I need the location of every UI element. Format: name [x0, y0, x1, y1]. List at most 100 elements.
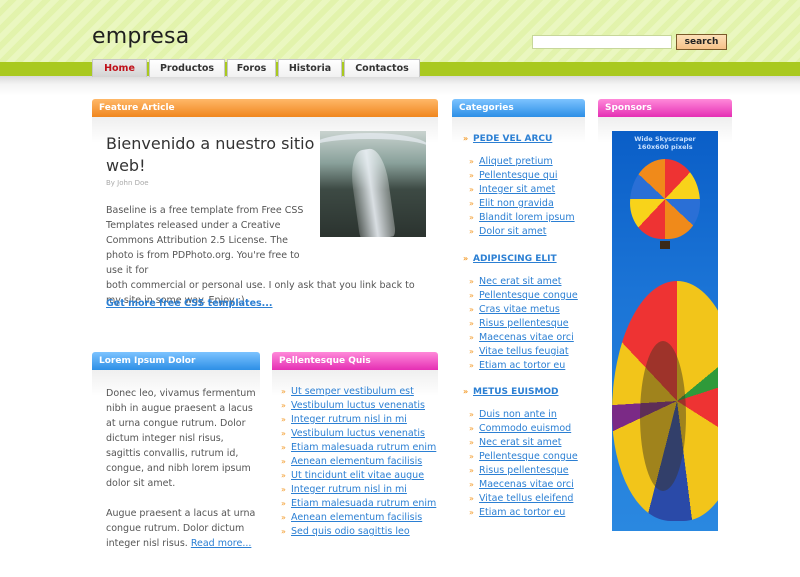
category-link[interactable]: Risus pellentesque [479, 318, 569, 329]
balloon-image [630, 159, 700, 239]
category-link[interactable]: Nec erat sit amet [479, 437, 562, 448]
category-group-title[interactable]: » PEDE VEL ARCU [460, 134, 552, 144]
pellentesque-link[interactable]: Sed quis odio sagittis leo [291, 526, 410, 537]
category-group-title[interactable]: » ADIPISCING ELIT [460, 254, 557, 264]
feature-body-narrow: Baseline is a free template from Free CS… [106, 205, 304, 276]
sponsors-heading: Sponsors [598, 99, 732, 117]
category-link[interactable]: Duis non ante in [479, 409, 557, 420]
feature-article-heading: Feature Article [92, 99, 438, 117]
arrow-icon: » [469, 171, 474, 180]
category-link[interactable]: Maecenas vitae orci [479, 479, 574, 490]
feature-article-box: Feature Article Bienvenido a nuestro sit… [92, 99, 438, 329]
list-item: » Risus pellentesque [466, 317, 578, 331]
pellentesque-box: Pellentesque Quis » Ut semper vestibulum … [272, 352, 438, 552]
list-item: » Integer rutrum nisl in mi [278, 483, 436, 497]
arrow-icon: » [469, 319, 474, 328]
pellentesque-link[interactable]: Etiam malesuada rutrum enim [291, 498, 436, 509]
category-group-title-text: PEDE VEL ARCU [473, 134, 553, 144]
list-item: » Aenean elementum facilisis [278, 511, 436, 525]
pellentesque-links: » Ut semper vestibulum est » Vestibulum lu… [278, 385, 436, 539]
category-link[interactable]: Risus pellentesque [479, 465, 569, 476]
pellentesque-link[interactable]: Vestibulum luctus venenatis [291, 400, 425, 411]
arrow-icon: » [469, 213, 474, 222]
arrow-icon: » [281, 387, 286, 396]
arrow-icon: » [469, 424, 474, 433]
list-item: » Pellentesque congue [466, 450, 578, 464]
category-link[interactable]: Pellentesque qui [479, 170, 558, 181]
tab-historia[interactable]: Historia [278, 59, 342, 77]
arrow-icon: » [469, 185, 474, 194]
balloon-shadow [640, 341, 686, 491]
lorem-paragraph-2: Augue praesent a lacus at urna congue ru… [106, 506, 261, 551]
list-item: » Maecenas vitae orci [466, 478, 578, 492]
list-item: » Etiam malesuada rutrum enim [278, 441, 436, 455]
header-shadow-bar [0, 76, 800, 96]
category-links: » Nec erat sit amet » Pellentesque congue … [466, 275, 578, 373]
list-item: » Pellentesque qui [466, 169, 575, 183]
category-link[interactable]: Elit non gravida [479, 198, 554, 209]
list-item: » Etiam ac tortor eu [466, 359, 578, 373]
pellentesque-link[interactable]: Aenean elementum facilisis [291, 456, 422, 467]
list-item: » Integer rutrum nisl in mi [278, 413, 436, 427]
category-link[interactable]: Etiam ac tortor eu [479, 507, 565, 518]
arrow-icon: » [281, 485, 286, 494]
list-item: » Etiam ac tortor eu [466, 506, 578, 520]
list-item: » Aliquet pretium [466, 155, 575, 169]
category-link[interactable]: Cras vitae metus [479, 304, 560, 315]
arrow-icon: » [281, 415, 286, 424]
list-item: » Elit non gravida [466, 197, 575, 211]
arrow-icon: » [469, 494, 474, 503]
category-link[interactable]: Blandit lorem ipsum [479, 212, 575, 223]
category-link[interactable]: Vitae tellus feugiat [479, 346, 569, 357]
pellentesque-link[interactable]: Ut semper vestibulum est [291, 386, 414, 397]
tab-home[interactable]: Home [92, 59, 147, 77]
category-group-title[interactable]: » METUS EUISMOD [460, 387, 559, 397]
site-logo[interactable]: empresa [92, 24, 189, 49]
read-more-link[interactable]: Read more... [191, 538, 252, 549]
category-link[interactable]: Aliquet pretium [479, 156, 553, 167]
arrow-icon: » [281, 457, 286, 466]
list-item: » Nec erat sit amet [466, 436, 578, 450]
arrow-icon: » [463, 387, 469, 396]
arrow-icon: » [469, 508, 474, 517]
arrow-icon: » [469, 227, 474, 236]
pellentesque-link[interactable]: Aenean elementum facilisis [291, 512, 422, 523]
category-link[interactable]: Commodo euismod [479, 423, 571, 434]
category-link[interactable]: Pellentesque congue [479, 451, 578, 462]
list-item: » Duis non ante in [466, 408, 578, 422]
arrow-icon: » [469, 333, 474, 342]
category-link[interactable]: Etiam ac tortor eu [479, 360, 565, 371]
lorem-text: Donec leo, vivamus fermentum nibh in aug… [106, 386, 261, 566]
sponsors-box: Sponsors Wide Skyscraper 160x600 pixels [598, 99, 732, 539]
category-link[interactable]: Nec erat sit amet [479, 276, 562, 287]
category-link[interactable]: Vitae tellus eleifend [479, 493, 573, 504]
category-link[interactable]: Pellentesque congue [479, 290, 578, 301]
arrow-icon: » [469, 199, 474, 208]
search-button[interactable]: search [676, 34, 727, 50]
tab-productos[interactable]: Productos [149, 59, 225, 77]
tab-contactos[interactable]: Contactos [344, 59, 420, 77]
pellentesque-link[interactable]: Integer rutrum nisl in mi [291, 414, 407, 425]
pellentesque-link[interactable]: Ut tincidunt elit vitae augue [291, 470, 424, 481]
lorem-paragraph-1: Donec leo, vivamus fermentum nibh in aug… [106, 388, 256, 489]
category-link[interactable]: Dolor sit amet [479, 226, 546, 237]
sponsor-ad-banner[interactable]: Wide Skyscraper 160x600 pixels [612, 131, 718, 531]
list-item: » Commodo euismod [466, 422, 578, 436]
pellentesque-link[interactable]: Etiam malesuada rutrum enim [291, 442, 436, 453]
arrow-icon: » [469, 466, 474, 475]
arrow-icon: » [469, 438, 474, 447]
arrow-icon: » [469, 361, 474, 370]
more-templates-link[interactable]: Get more free CSS templates... [106, 298, 273, 309]
category-link[interactable]: Maecenas vitae orci [479, 332, 574, 343]
arrow-icon: » [281, 429, 286, 438]
arrow-icon: » [463, 254, 469, 263]
tab-foros[interactable]: Foros [227, 59, 276, 77]
arrow-icon: » [469, 305, 474, 314]
categories-box: Categories » PEDE VEL ARCU » Aliquet preti… [452, 99, 585, 529]
pellentesque-link[interactable]: Vestibulum luctus venenatis [291, 428, 425, 439]
search-input[interactable] [532, 35, 672, 49]
list-item: » Vestibulum luctus venenatis [278, 399, 436, 413]
categories-heading: Categories [452, 99, 585, 117]
pellentesque-link[interactable]: Integer rutrum nisl in mi [291, 484, 407, 495]
category-link[interactable]: Integer sit amet [479, 184, 555, 195]
